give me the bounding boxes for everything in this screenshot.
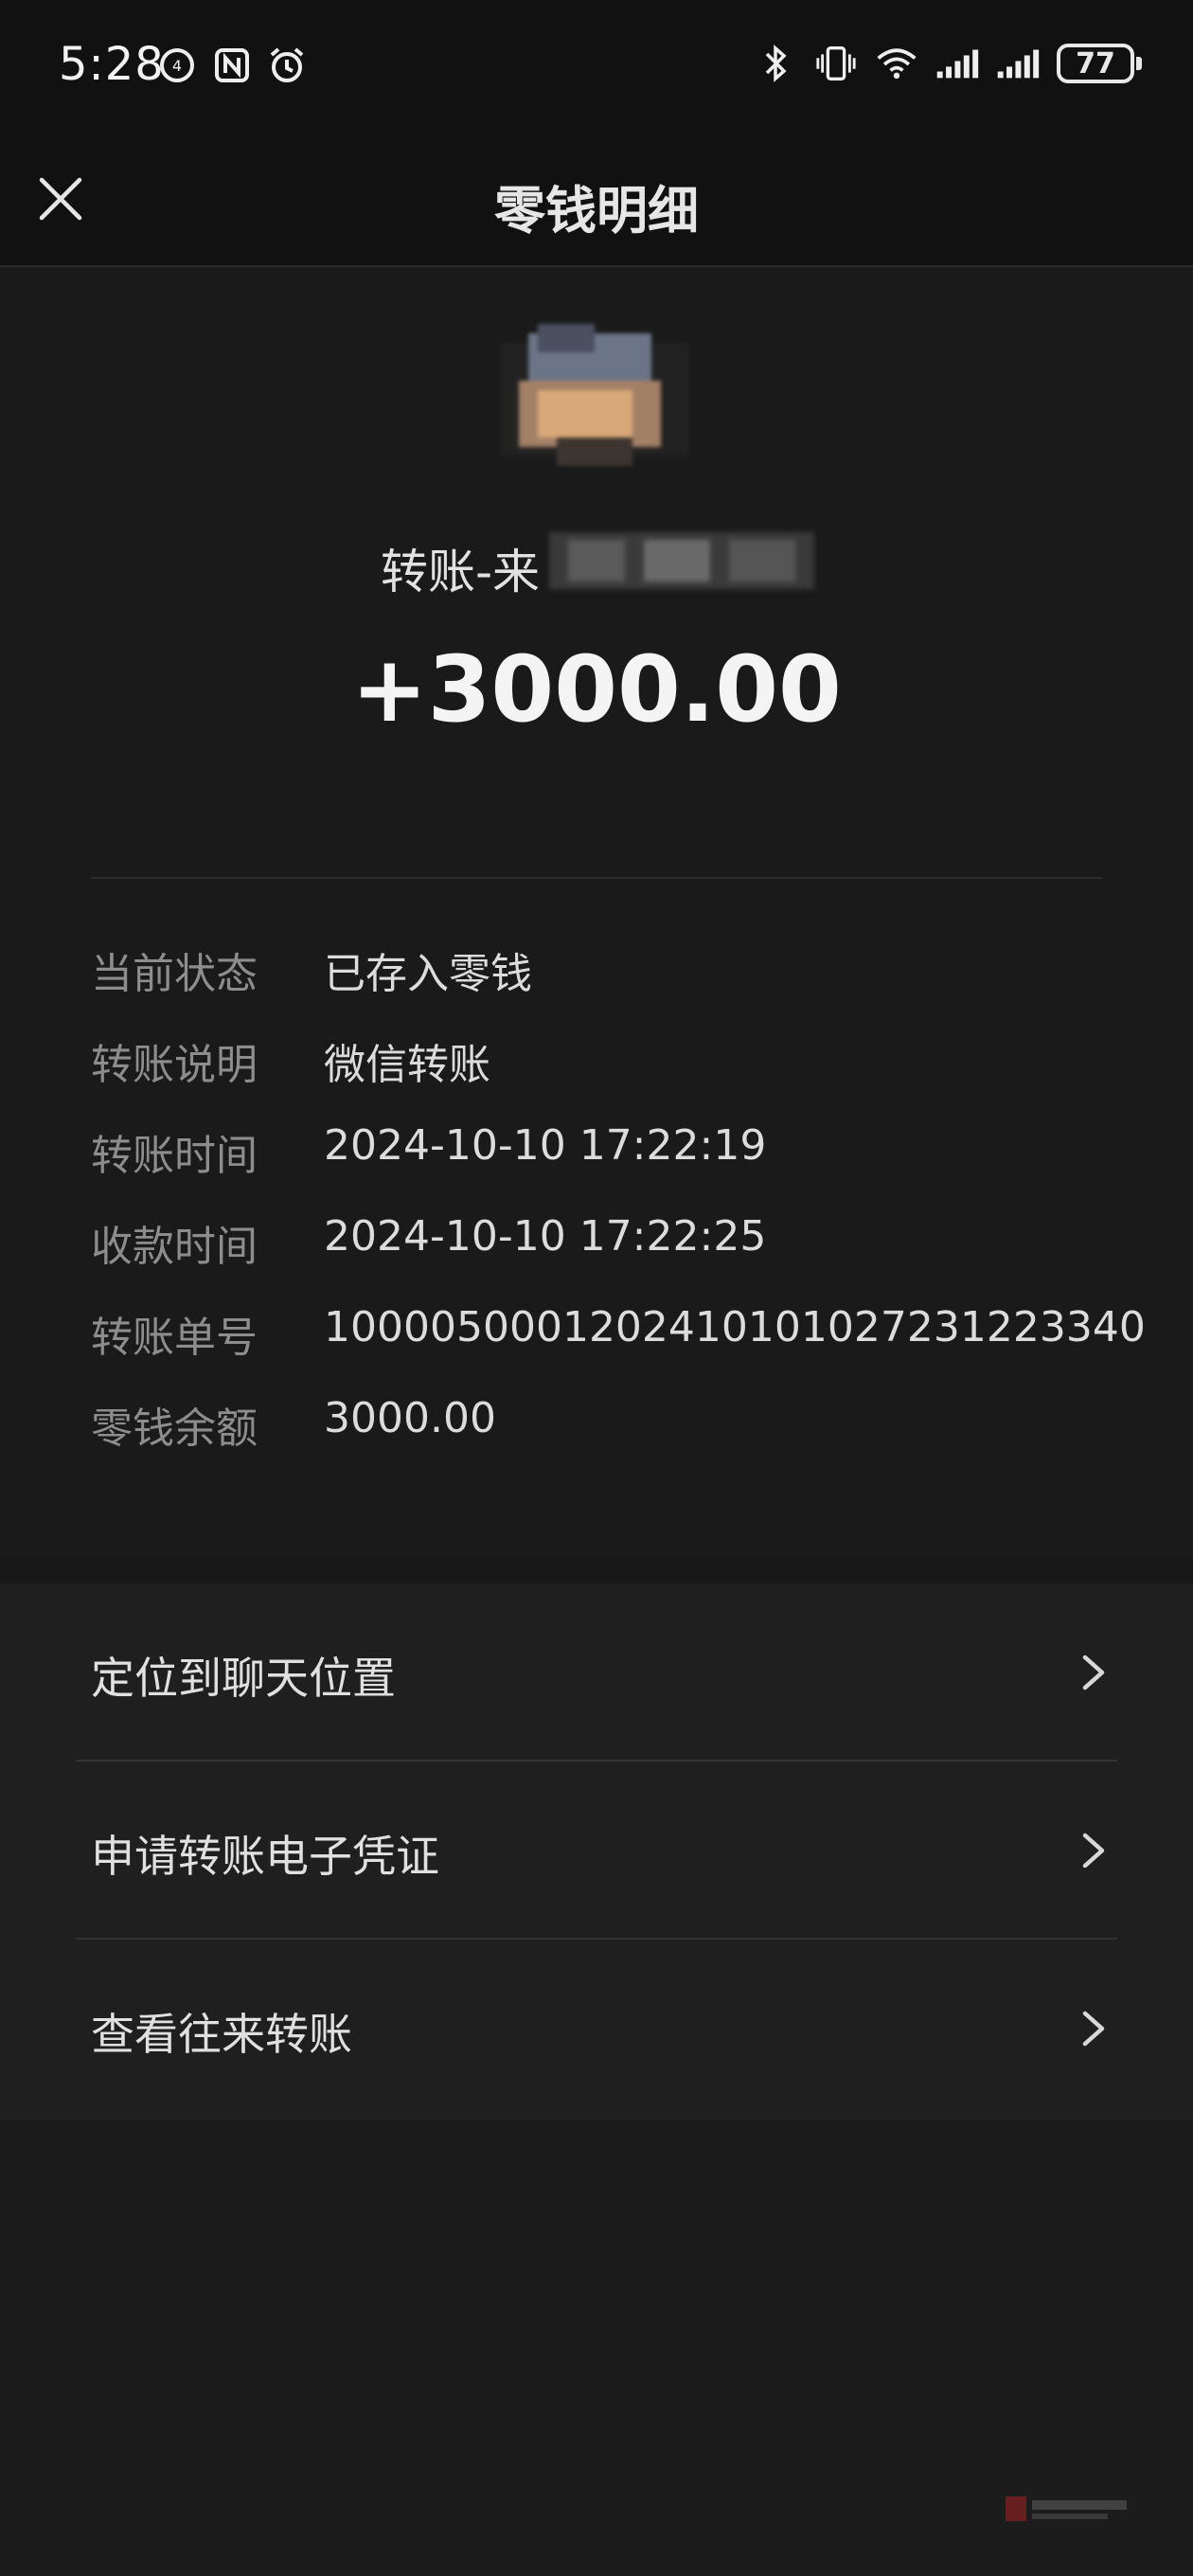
action-list: 定位到聊天位置 申请转账电子凭证 查看往来转账 xyxy=(0,1583,1193,2120)
status-bar: 5:28 4 77 xyxy=(0,0,1193,133)
detail-label: 转账时间 xyxy=(91,1132,258,1180)
detail-value: 已存入零钱 xyxy=(324,950,532,998)
data-sync-icon: 4 xyxy=(155,44,199,87)
status-time: 5:28 xyxy=(59,38,165,91)
wifi-icon xyxy=(875,42,918,85)
detail-value: 2024-10-10 17:22:25 xyxy=(324,1212,767,1261)
chevron-right-icon xyxy=(1082,2011,1105,2047)
action-label: 定位到聊天位置 xyxy=(91,1653,396,1704)
detail-value: 3000.00 xyxy=(324,1394,496,1442)
signal-icon xyxy=(996,42,1040,85)
avatar xyxy=(500,324,689,485)
detail-value: 2024-10-10 17:22:19 xyxy=(324,1121,767,1170)
action-view-transfers[interactable]: 查看往来转账 xyxy=(0,1940,1193,2118)
signal-icon xyxy=(935,42,979,85)
nfc-icon xyxy=(210,44,254,87)
detail-label: 当前状态 xyxy=(91,950,258,998)
action-request-voucher[interactable]: 申请转账电子凭证 xyxy=(0,1762,1193,1940)
chevron-right-icon xyxy=(1082,1655,1105,1690)
action-locate-chat[interactable]: 定位到聊天位置 xyxy=(0,1583,1193,1762)
transfer-amount: +3000.00 xyxy=(351,636,842,742)
watermark-logo xyxy=(1004,2491,1136,2529)
chevron-right-icon xyxy=(1082,1833,1105,1869)
battery-indicator: 77 xyxy=(1057,44,1142,83)
vibrate-icon xyxy=(814,42,858,85)
action-label: 查看往来转账 xyxy=(91,2009,352,2060)
payer-label: 转账-来 xyxy=(381,545,541,599)
divider xyxy=(91,877,1102,879)
detail-value: 微信转账 xyxy=(324,1041,490,1089)
bluetooth-icon xyxy=(754,42,797,85)
detail-label: 零钱余额 xyxy=(91,1404,258,1453)
svg-text:4: 4 xyxy=(172,57,182,75)
section-gap xyxy=(0,1557,1193,1583)
detail-label: 转账单号 xyxy=(91,1314,258,1362)
detail-value: 1000050001202410101027231223340 xyxy=(324,1303,1146,1351)
transfer-detail-card: 转账-来 +3000.00 当前状态 已存入零钱 转账说明 微信转账 转账时间 … xyxy=(0,267,1193,1583)
detail-label: 转账说明 xyxy=(91,1041,258,1089)
detail-label: 收款时间 xyxy=(91,1223,258,1271)
action-label: 申请转账电子凭证 xyxy=(91,1831,439,1882)
page-title: 零钱明细 xyxy=(494,181,699,241)
status-left-icons: 4 xyxy=(155,44,309,87)
status-right-icons: 77 xyxy=(754,42,1142,85)
alarm-icon xyxy=(265,44,309,87)
title-bar: 零钱明细 xyxy=(0,133,1193,267)
payer-name-mosaic xyxy=(549,523,814,599)
